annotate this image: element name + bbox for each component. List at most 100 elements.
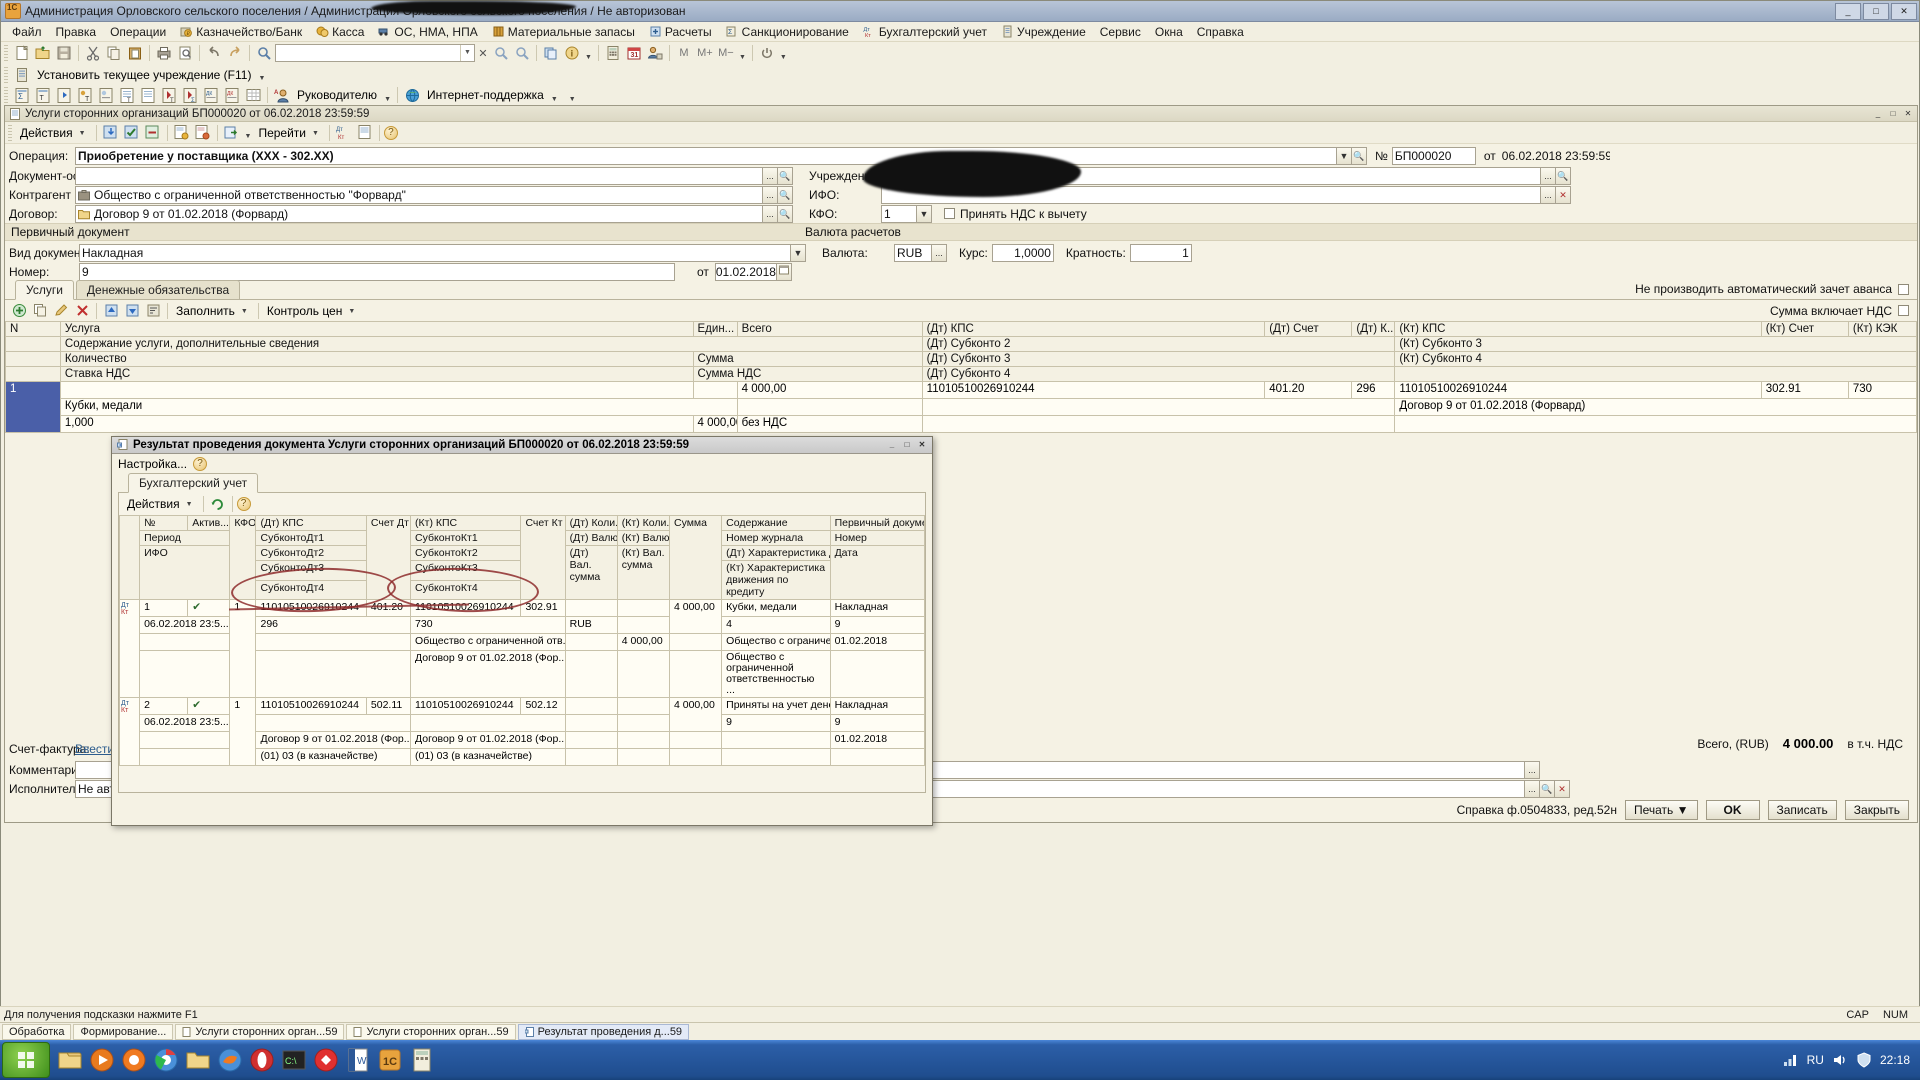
cell-blank2[interactable] — [564, 748, 618, 766]
goto-icon[interactable] — [222, 123, 242, 142]
settings-link[interactable]: Настройка... — [118, 457, 187, 471]
network-icon[interactable] — [1783, 1052, 1799, 1068]
modal-maximize-button[interactable]: □ — [900, 439, 914, 451]
cell-sum[interactable]: 4 000,00 — [668, 697, 723, 732]
sort-icon[interactable] — [143, 301, 163, 320]
vat-deduct-checkbox[interactable] — [944, 208, 955, 219]
save-button[interactable]: Записать — [1767, 800, 1837, 820]
col-kt-account[interactable]: (Кт) Счет — [1760, 321, 1849, 337]
actions-menu-button[interactable]: Действия ▼ — [16, 126, 92, 140]
cell-dt-val-sum[interactable] — [564, 731, 618, 749]
chevron-down-icon[interactable]: ▼ — [567, 96, 578, 103]
cell-dt-val-sum[interactable] — [564, 633, 618, 651]
cell-period[interactable]: 06.02.2018 23:5... — [139, 616, 231, 634]
multiplicity-field[interactable]: 1 — [1129, 243, 1192, 262]
cell-kt-sub3[interactable]: Договор 9 от 01.02.2018 (Форвард) — [1394, 398, 1917, 416]
comment-ellipsis-icon[interactable]: ... — [1525, 760, 1540, 779]
cell-primary1[interactable]: Накладная — [829, 697, 925, 715]
chevron-down-icon[interactable]: ▼ — [243, 133, 254, 140]
calendar-picker-icon[interactable] — [776, 262, 792, 281]
onec-icon[interactable]: 1C — [376, 1046, 404, 1074]
manager-m-icon[interactable]: М — [674, 44, 694, 63]
cell-kt-qty[interactable] — [616, 599, 670, 617]
cell-sum-blank[interactable] — [668, 731, 723, 749]
anydesk-icon[interactable] — [312, 1046, 340, 1074]
toolbar-grip[interactable] — [4, 66, 8, 83]
terminal-icon[interactable]: C:\ — [280, 1046, 308, 1074]
cell-kt-currency[interactable] — [616, 616, 670, 634]
taskbar-item-forming[interactable]: Формирование... — [73, 1023, 174, 1040]
globe-icon[interactable] — [402, 86, 422, 105]
menu-treasury-bank[interactable]: ₽ Казначейство/Банк — [173, 23, 309, 41]
calendar-icon[interactable]: 31 — [624, 44, 644, 63]
cell-content3[interactable] — [721, 731, 831, 749]
col-kfo[interactable]: КФО — [229, 515, 257, 600]
language-indicator[interactable]: RU — [1807, 1053, 1824, 1067]
currency-field[interactable]: RUB — [894, 243, 932, 262]
print-preview-icon[interactable] — [175, 44, 195, 63]
search-icon[interactable] — [254, 44, 274, 63]
cell-ifo[interactable] — [139, 731, 231, 749]
cell-dt-kek[interactable]: 296 — [1351, 381, 1396, 399]
delete-row-icon[interactable] — [72, 301, 92, 320]
cell-kt-sub3[interactable]: (01) 03 (в казначействе) — [410, 748, 566, 766]
cell-primary2[interactable]: 9 — [829, 616, 925, 634]
folder-icon[interactable] — [184, 1046, 212, 1074]
power-icon[interactable] — [757, 44, 777, 63]
move-down-icon[interactable] — [122, 301, 142, 320]
result-report2-icon[interactable] — [193, 123, 213, 142]
menu-sanctioning[interactable]: Σ Санкционирование — [719, 23, 856, 41]
cell-content3[interactable]: Общество с ограниченн... — [721, 633, 831, 651]
col-sum[interactable]: Сумма — [668, 515, 723, 600]
refresh-icon[interactable] — [208, 495, 228, 514]
rate-field[interactable]: 1,0000 — [991, 243, 1054, 262]
modal-actions-menu-button[interactable]: Действия ▼ — [123, 497, 199, 511]
cell-blank3[interactable] — [616, 650, 670, 698]
menu-cash[interactable]: Касса — [309, 23, 371, 41]
print-icon[interactable] — [154, 44, 174, 63]
cell-quantity[interactable]: 1,000 — [59, 415, 694, 433]
cell-kt-qty[interactable] — [616, 697, 670, 715]
ifo-clear-icon[interactable]: ✕ — [1556, 185, 1571, 204]
doc-basis-field[interactable] — [75, 166, 763, 185]
doc-close-button[interactable]: ✕ — [1901, 108, 1915, 120]
chevron-down-icon[interactable]: ▼ — [583, 54, 594, 61]
toolbar-grip[interactable] — [8, 124, 12, 141]
modal-close-button[interactable]: ✕ — [915, 439, 929, 451]
cell-vat-rate[interactable]: без НДС — [736, 415, 923, 433]
chevron-down-icon[interactable]: ▼ — [460, 45, 474, 61]
table-row[interactable]: Дт Кт 2 ✔ 1 11010510026910244 502.11 1101… — [119, 697, 925, 766]
cell-primary-blank[interactable] — [829, 650, 925, 698]
cell-primary3[interactable]: 01.02.2018 — [829, 731, 925, 749]
tab-accounting[interactable]: Бухгалтерский учет — [128, 473, 259, 493]
executor-ellipsis-icon[interactable]: ... — [1525, 779, 1540, 798]
chevron-down-icon[interactable]: ▼ — [778, 54, 789, 61]
set-current-institution-button[interactable]: Установить текущее учреждение (F11) — [33, 68, 255, 82]
report-dtkt2-icon[interactable]: Σ — [180, 86, 200, 105]
open-document-icon[interactable] — [33, 44, 53, 63]
cell-unit[interactable] — [692, 381, 738, 399]
table-row-amounts[interactable]: 1,000 4 000,00 без НДС — [6, 415, 1917, 433]
menu-windows[interactable]: Окна — [1148, 23, 1190, 41]
report-turnover-icon[interactable]: T — [33, 86, 53, 105]
chevron-down-icon[interactable]: ▼ — [382, 96, 393, 103]
cell-dt-kps[interactable]: 11010510026910244 — [255, 697, 367, 715]
manager-person-icon[interactable]: A — [272, 86, 292, 105]
help-icon[interactable]: ? — [383, 125, 398, 140]
cell-active[interactable]: ✔ — [187, 697, 231, 715]
cell-content1[interactable]: Кубки, медали — [721, 599, 831, 617]
cell-kt-kps[interactable]: 11010510026910244 — [1394, 381, 1762, 399]
user-settings-icon[interactable] — [645, 44, 665, 63]
edit-row-icon[interactable] — [51, 301, 71, 320]
contract-ellipsis-icon[interactable]: ... — [763, 204, 778, 223]
cell-primary3[interactable]: 01.02.2018 — [829, 633, 925, 651]
menu-edit[interactable]: Правка — [49, 23, 104, 41]
col-unit[interactable]: Един... — [692, 321, 738, 337]
ifo-ellipsis-icon[interactable]: ... — [1541, 185, 1556, 204]
ok-button[interactable]: OK — [1705, 800, 1760, 820]
executor-search-icon[interactable]: 🔍 — [1540, 779, 1555, 798]
taskbar-item-processing[interactable]: Обработка — [2, 1023, 72, 1040]
copy-icon[interactable] — [104, 44, 124, 63]
internet-support-button[interactable]: Интернет-поддержка — [423, 88, 548, 102]
col-content[interactable]: Содержание — [721, 515, 831, 531]
